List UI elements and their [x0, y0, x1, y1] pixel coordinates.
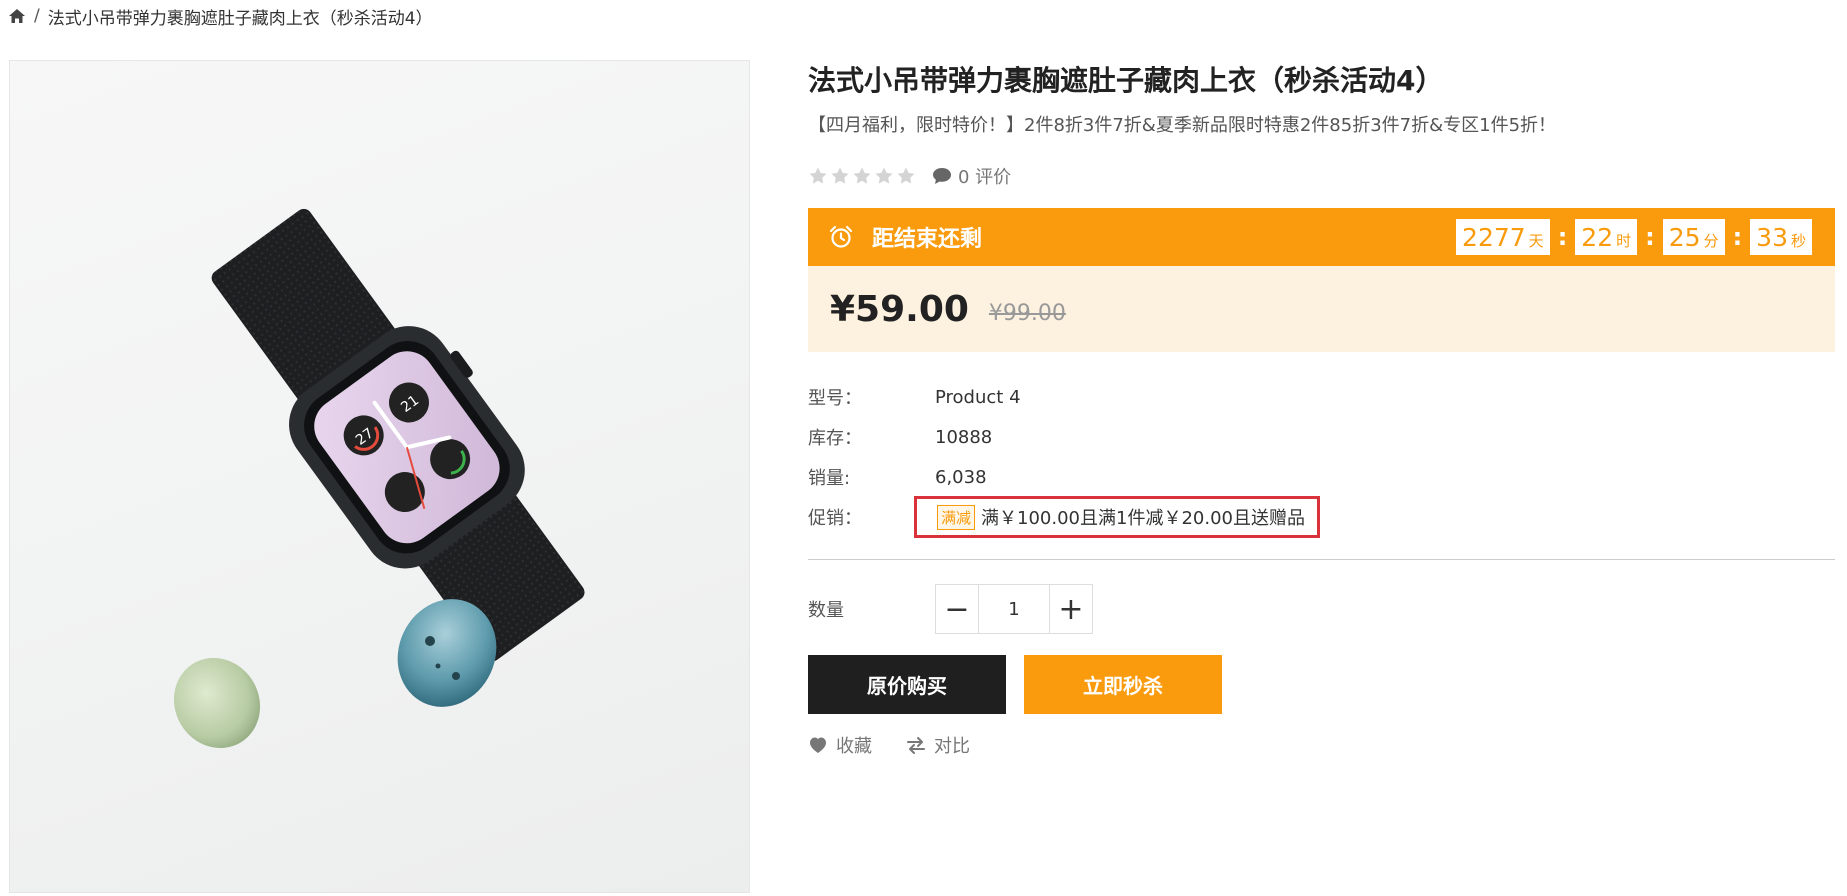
breadcrumb-current[interactable]: 法式小吊带弹力裹胸遮肚子藏肉上衣（秒杀活动4）	[48, 4, 433, 29]
breadcrumb-separator: /	[34, 6, 40, 26]
quantity-input[interactable]	[978, 585, 1050, 633]
product-title: 法式小吊带弹力裹胸遮肚子藏肉上衣（秒杀活动4）	[808, 64, 1444, 97]
promotion-highlight: 满减 满￥100.00且满1件减￥20.00且送赠品	[914, 496, 1320, 538]
compare-arrows-icon	[907, 737, 925, 754]
purchase-buttons: 原价购买 立即秒杀	[808, 655, 1835, 714]
buy-flash-sale-button[interactable]: 立即秒杀	[1024, 655, 1222, 714]
star-icon	[809, 167, 827, 184]
countdown: 2277 天 : 22 时 : 25 分 : 33 秒	[1456, 219, 1812, 255]
attr-row-promotion: 促销： 满减 满￥100.00且满1件减￥20.00且送赠品	[808, 496, 1835, 538]
quantity-row: 数量 − +	[808, 584, 1835, 634]
breadcrumb: / 法式小吊带弹力裹胸遮肚子藏肉上衣（秒杀活动4）	[8, 4, 433, 29]
product-info: 法式小吊带弹力裹胸遮肚子藏肉上衣（秒杀活动4） 【四月福利，限时特价！】2件8折…	[808, 55, 1835, 758]
divider	[808, 559, 1835, 560]
stock-value: 10888	[935, 426, 993, 448]
flash-sale-bar: 距结束还剩 2277 天 : 22 时 : 25 分 : 33 秒	[808, 208, 1835, 266]
product-attributes: 型号： Product 4 库存： 10888 销量: 6,038 促销： 满减…	[808, 377, 1835, 538]
attr-row-model: 型号： Product 4	[808, 377, 1835, 417]
star-rating	[808, 166, 916, 186]
apple-watch-product-photo: 27 21	[173, 208, 585, 749]
sales-value: 6,038	[935, 466, 987, 488]
countdown-colon: :	[1557, 223, 1568, 251]
countdown-seconds: 33 秒	[1750, 219, 1812, 255]
flash-sale-label: 距结束还剩	[872, 227, 983, 252]
star-icon	[831, 167, 849, 184]
countdown-hours: 22 时	[1575, 219, 1638, 255]
countdown-colon: :	[1732, 223, 1743, 251]
review-count[interactable]: 0 评价	[958, 163, 1011, 189]
promotion-badge: 满减	[937, 504, 976, 530]
promotion-text: 满￥100.00且满1件减￥20.00且送赠品	[981, 508, 1305, 529]
favorite-button[interactable]: 收藏	[808, 732, 872, 758]
attr-row-sales: 销量: 6,038	[808, 457, 1835, 497]
quantity-label: 数量	[808, 600, 844, 621]
countdown-colon: :	[1645, 223, 1655, 251]
home-icon[interactable]	[8, 8, 26, 24]
stock-label: 库存：	[808, 428, 862, 449]
buy-original-price-button[interactable]: 原价购买	[808, 655, 1006, 714]
product-actions: 收藏 对比	[808, 732, 1835, 758]
product-image[interactable]: 27 21	[9, 60, 750, 893]
heart-icon	[810, 737, 826, 753]
decrease-button[interactable]: −	[936, 585, 978, 633]
rating-row: 0 评价	[808, 163, 1835, 189]
product-subtitle: 【四月福利，限时特价！】2件8折3件7折&夏季新品限时特惠2件85折3件7折&专…	[808, 115, 1557, 136]
star-icon	[853, 167, 871, 184]
attr-row-stock: 库存： 10888	[808, 417, 1835, 457]
countdown-minutes: 25 分	[1662, 219, 1725, 255]
compare-button[interactable]: 对比	[906, 732, 970, 758]
comment-icon	[933, 168, 951, 184]
compare-label: 对比	[934, 736, 970, 757]
quantity-stepper: − +	[935, 584, 1093, 634]
original-price: ¥99.00	[988, 300, 1066, 326]
countdown-days: 2277 天	[1456, 219, 1550, 255]
alarm-clock-icon	[829, 225, 853, 248]
price-box: ¥59.00 ¥99.00	[808, 266, 1835, 352]
increase-button[interactable]: +	[1050, 585, 1092, 633]
sale-price: ¥59.00	[830, 288, 969, 330]
model-label: 型号：	[808, 388, 862, 409]
star-icon	[897, 167, 915, 184]
star-icon	[875, 167, 893, 184]
sales-label: 销量:	[808, 468, 851, 489]
model-value: Product 4	[935, 386, 1021, 408]
favorite-label: 收藏	[836, 736, 872, 757]
